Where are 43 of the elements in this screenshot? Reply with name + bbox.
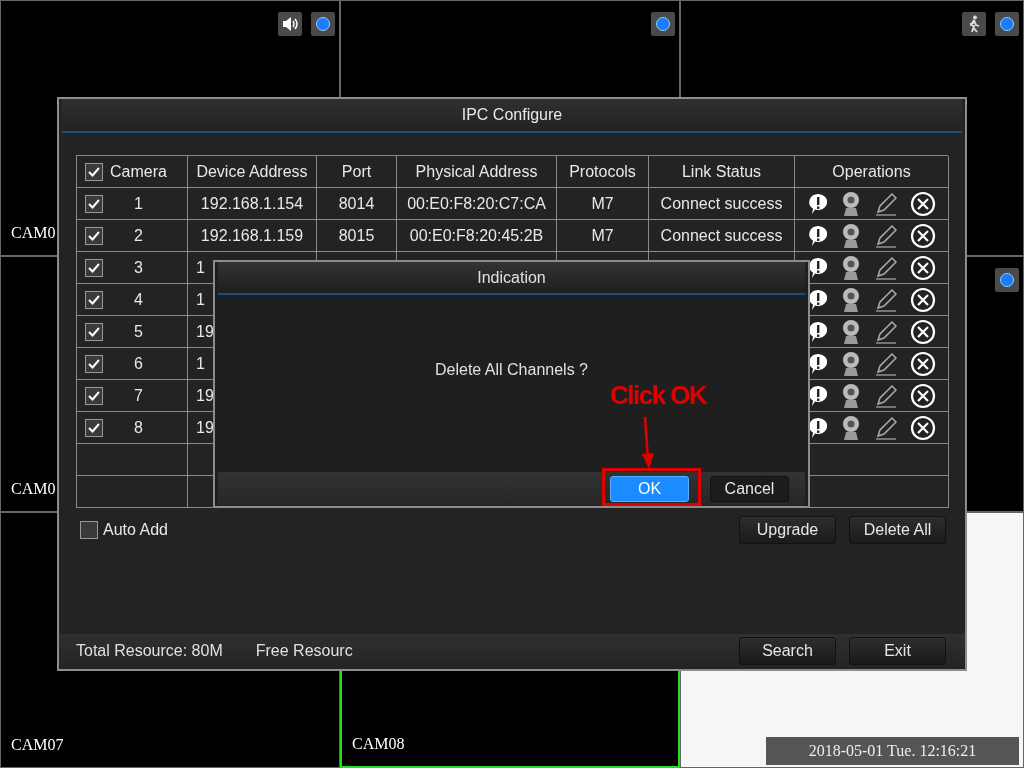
table-cell-text: 192.168.1.154 bbox=[200, 193, 304, 214]
dialog-title: Indication bbox=[477, 267, 546, 288]
free-resource: Free Resourc bbox=[255, 640, 353, 661]
table-cell-text: 1 bbox=[196, 257, 205, 278]
dialog-message: Delete All Channels ? bbox=[435, 359, 588, 380]
table-cell-text: 19 bbox=[196, 417, 214, 438]
table-cell-text: M7 bbox=[591, 225, 614, 246]
table-cell-text: 6 bbox=[134, 353, 143, 374]
table-cell-text: 192.168.1.159 bbox=[200, 225, 304, 246]
table-cell-text: 8015 bbox=[338, 225, 375, 246]
total-resource: Total Resource: 80M bbox=[76, 640, 223, 661]
camera-label: CAM0 bbox=[11, 479, 56, 499]
table-cell-text: 4 bbox=[134, 289, 143, 310]
table-cell-text: 19 bbox=[196, 321, 214, 342]
table-cell-text: M7 bbox=[591, 193, 614, 214]
column-header: Device Address bbox=[188, 156, 317, 188]
timestamp: 2018-05-01 Tue. 12:16:21 bbox=[766, 737, 1019, 765]
table-cell-text: 8014 bbox=[338, 193, 375, 214]
table-cell-text: 00:E0:F8:20:45:2B bbox=[409, 225, 544, 246]
auto-add-label: Auto Add bbox=[103, 520, 168, 540]
annotation-text: Click OK bbox=[610, 379, 707, 412]
camera-label: CAM07 bbox=[11, 735, 64, 755]
table-cell-text: 5 bbox=[134, 321, 143, 342]
table-cell-text: 1 bbox=[196, 353, 205, 374]
window-title: IPC Configure bbox=[461, 105, 563, 125]
table-cell-text: 1 bbox=[134, 193, 143, 214]
column-header: Physical Address bbox=[397, 156, 557, 188]
table-cell-text: 7 bbox=[134, 385, 143, 406]
table-cell-text: Connect success bbox=[660, 225, 783, 246]
camera-label: CAM08 bbox=[352, 734, 405, 754]
column-header: Link Status bbox=[649, 156, 795, 188]
table-cell-text: 2 bbox=[134, 225, 143, 246]
column-header: Port bbox=[317, 156, 397, 188]
table-cell-text: Connect success bbox=[660, 193, 783, 214]
column-header: Operations bbox=[795, 156, 949, 188]
camera-label: CAM0 bbox=[11, 223, 56, 243]
table-cell-text: 8 bbox=[134, 417, 143, 438]
table-cell-text: 00:E0:F8:20:C7:CA bbox=[407, 193, 546, 214]
table-cell-text: 1 bbox=[196, 289, 205, 310]
table-cell-text: 19 bbox=[196, 385, 214, 406]
column-header-label: Camera bbox=[110, 161, 167, 182]
column-header: Protocols bbox=[557, 156, 649, 188]
table-cell-text: 3 bbox=[134, 257, 143, 278]
